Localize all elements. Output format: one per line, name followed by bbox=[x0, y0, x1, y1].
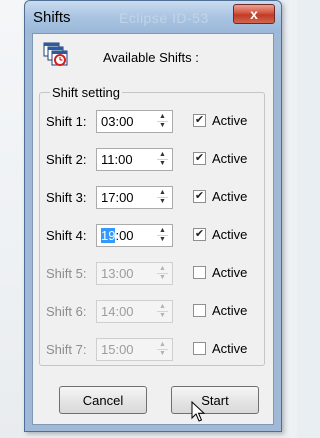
shift-time-value: 03:00 bbox=[101, 114, 134, 129]
shift-row-6: Shift 6: 14:00 ▲ ▼ Active bbox=[40, 299, 266, 325]
spin-down-icon[interactable]: ▼ bbox=[155, 312, 170, 320]
spin-up-icon[interactable]: ▲ bbox=[155, 265, 170, 273]
shift-5-time-spinner[interactable]: 13:00 ▲ ▼ bbox=[96, 262, 173, 285]
shift-label: Shift 6: bbox=[46, 304, 87, 319]
spin-buttons: ▲ ▼ bbox=[155, 113, 170, 130]
shift-row-1: Shift 1: 03:00 ▲ ▼ ✔ Active bbox=[40, 109, 266, 135]
shift-6-time-spinner[interactable]: 14:00 ▲ ▼ bbox=[96, 300, 173, 323]
shift-row-5: Shift 5: 13:00 ▲ ▼ Active bbox=[40, 261, 266, 287]
active-label[interactable]: Active bbox=[212, 189, 247, 204]
active-label[interactable]: Active bbox=[212, 227, 247, 242]
available-shifts-label: Available Shifts : bbox=[103, 50, 199, 65]
active-label[interactable]: Active bbox=[212, 265, 247, 280]
spin-down-icon[interactable]: ▼ bbox=[155, 236, 170, 244]
shift-time-value: 14:00 bbox=[101, 304, 134, 319]
shift-time-value: 15:00 bbox=[101, 342, 134, 357]
shift-1-time-spinner[interactable]: 03:00 ▲ ▼ bbox=[96, 110, 173, 133]
time-minutes-text: :00 bbox=[115, 228, 134, 243]
spin-down-icon[interactable]: ▼ bbox=[155, 350, 170, 358]
spin-up-icon[interactable]: ▲ bbox=[155, 189, 170, 197]
spin-up-icon[interactable]: ▲ bbox=[155, 227, 170, 235]
close-button[interactable]: x bbox=[233, 4, 275, 24]
spin-down-icon[interactable]: ▼ bbox=[155, 198, 170, 206]
calendar-clock-icon bbox=[43, 42, 68, 66]
window-title: Shifts bbox=[33, 9, 71, 26]
desktop-background-right bbox=[289, 0, 297, 438]
shift-3-active-checkbox[interactable]: ✔ bbox=[193, 190, 206, 203]
shift-time-value: 17:00 bbox=[101, 190, 134, 205]
shift-time-value: 11:00 bbox=[101, 152, 133, 167]
shifts-dialog: Shifts Eclipse ID-53 x Available Shifts … bbox=[24, 0, 282, 432]
close-icon: x bbox=[250, 6, 258, 22]
active-label[interactable]: Active bbox=[212, 341, 247, 356]
selected-hour-text: 19 bbox=[101, 228, 116, 243]
shift-label: Shift 4: bbox=[46, 228, 87, 243]
active-label[interactable]: Active bbox=[212, 113, 247, 128]
shift-5-active-checkbox[interactable] bbox=[193, 266, 206, 279]
shift-4-time-spinner[interactable]: 19:00 ▲ ▼ bbox=[96, 224, 173, 247]
spin-down-icon[interactable]: ▼ bbox=[155, 274, 170, 282]
spin-buttons: ▲ ▼ bbox=[155, 265, 170, 282]
shift-2-active-checkbox[interactable]: ✔ bbox=[193, 152, 206, 165]
cancel-button-label: Cancel bbox=[82, 392, 124, 408]
spin-up-icon[interactable]: ▲ bbox=[155, 113, 170, 121]
active-label[interactable]: Active bbox=[212, 303, 247, 318]
spin-down-icon[interactable]: ▼ bbox=[155, 160, 170, 168]
shift-7-time-spinner[interactable]: 15:00 ▲ ▼ bbox=[96, 338, 173, 361]
title-bar[interactable]: Shifts Eclipse ID-53 x bbox=[25, 1, 281, 33]
shift-row-4: Shift 4: 19:00 ▲ ▼ ✔ Active bbox=[40, 223, 266, 249]
shift-label: Shift 5: bbox=[46, 266, 87, 281]
background-window-title: Eclipse ID-53 bbox=[119, 10, 209, 26]
shift-time-value: 13:00 bbox=[101, 266, 134, 281]
shift-row-3: Shift 3: 17:00 ▲ ▼ ✔ Active bbox=[40, 185, 266, 211]
shift-label: Shift 1: bbox=[46, 114, 87, 129]
shift-setting-group: Shift setting Shift 1: 03:00 ▲ ▼ ✔ Activ… bbox=[39, 85, 266, 366]
shift-4-active-checkbox[interactable]: ✔ bbox=[193, 228, 206, 241]
spin-buttons: ▲ ▼ bbox=[155, 151, 170, 168]
active-label[interactable]: Active bbox=[212, 151, 247, 166]
shift-2-time-spinner[interactable]: 11:00 ▲ ▼ bbox=[96, 148, 173, 171]
shift-6-active-checkbox[interactable] bbox=[193, 304, 206, 317]
start-button[interactable]: Start bbox=[171, 386, 259, 414]
mouse-pointer-icon bbox=[191, 401, 205, 422]
spin-buttons: ▲ ▼ bbox=[155, 227, 170, 244]
group-legend: Shift setting bbox=[50, 85, 122, 100]
shift-row-2: Shift 2: 11:00 ▲ ▼ ✔ Active bbox=[40, 147, 266, 173]
shift-time-value: 19:00 bbox=[101, 228, 134, 243]
shift-label: Shift 3: bbox=[46, 190, 87, 205]
dialog-body: Available Shifts : Shift setting Shift 1… bbox=[32, 33, 274, 425]
spin-up-icon[interactable]: ▲ bbox=[155, 341, 170, 349]
spin-down-icon[interactable]: ▼ bbox=[155, 122, 170, 130]
spin-buttons: ▲ ▼ bbox=[155, 303, 170, 320]
shift-row-7: Shift 7: 15:00 ▲ ▼ Active bbox=[40, 337, 266, 363]
spin-buttons: ▲ ▼ bbox=[155, 341, 170, 358]
shift-label: Shift 2: bbox=[46, 152, 87, 167]
spin-up-icon[interactable]: ▲ bbox=[155, 303, 170, 311]
start-button-label: Start bbox=[201, 392, 229, 408]
desktop-background bbox=[0, 0, 24, 438]
shift-7-active-checkbox[interactable] bbox=[193, 342, 206, 355]
shift-3-time-spinner[interactable]: 17:00 ▲ ▼ bbox=[96, 186, 173, 209]
spin-buttons: ▲ ▼ bbox=[155, 189, 170, 206]
shift-1-active-checkbox[interactable]: ✔ bbox=[193, 114, 206, 127]
cancel-button[interactable]: Cancel bbox=[59, 386, 147, 414]
spin-up-icon[interactable]: ▲ bbox=[155, 151, 170, 159]
shift-label: Shift 7: bbox=[46, 342, 87, 357]
